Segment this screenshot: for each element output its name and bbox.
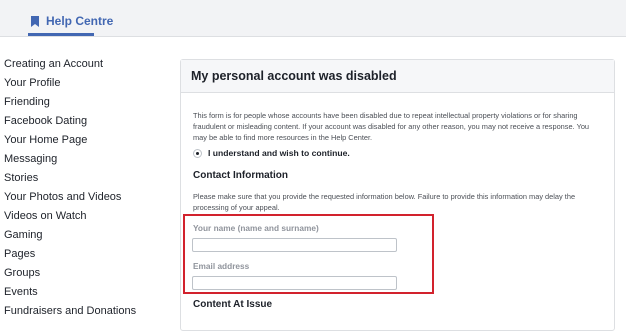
sidebar-item-messaging[interactable]: Messaging <box>4 150 179 169</box>
sidebar-nav: Creating an Account Your Profile Friendi… <box>4 55 179 321</box>
sidebar-item-your-home-page[interactable]: Your Home Page <box>4 131 179 150</box>
consent-label: I understand and wish to continue. <box>208 148 350 158</box>
sidebar-item-fundraisers-and-donations[interactable]: Fundraisers and Donations <box>4 302 179 321</box>
consent-option[interactable]: I understand and wish to continue. <box>193 148 350 158</box>
form-intro-text: This form is for people whose accounts h… <box>193 111 590 142</box>
content-heading: Content At Issue <box>193 299 273 310</box>
contact-heading: Contact Information <box>193 170 288 181</box>
sidebar-item-facebook-dating[interactable]: Facebook Dating <box>4 112 179 131</box>
help-centre-link[interactable]: Help Centre <box>30 11 113 31</box>
sidebar-item-creating-an-account[interactable]: Creating an Account <box>4 55 179 74</box>
top-bar: Help Centre <box>0 0 626 37</box>
page-title: My personal account was disabled <box>191 69 397 83</box>
bookmark-icon <box>30 15 40 27</box>
consent-radio[interactable] <box>193 148 202 158</box>
sidebar-item-stories[interactable]: Stories <box>4 169 179 188</box>
sidebar-item-videos-on-watch[interactable]: Videos on Watch <box>4 207 179 226</box>
active-tab-indicator <box>28 33 94 36</box>
sidebar-item-pages[interactable]: Pages <box>4 245 179 264</box>
contact-help-text: Please make sure that you provide the re… <box>193 192 576 212</box>
sidebar-item-your-profile[interactable]: Your Profile <box>4 74 179 93</box>
brand-label: Help Centre <box>46 14 114 28</box>
sidebar-item-gaming[interactable]: Gaming <box>4 226 179 245</box>
sidebar-item-photos-and-videos[interactable]: Your Photos and Videos <box>4 188 179 207</box>
panel-header: My personal account was disabled <box>181 60 614 93</box>
highlight-box <box>183 214 434 294</box>
sidebar-item-friending[interactable]: Friending <box>4 93 179 112</box>
sidebar-item-groups[interactable]: Groups <box>4 264 179 283</box>
sidebar-item-events[interactable]: Events <box>4 283 179 302</box>
